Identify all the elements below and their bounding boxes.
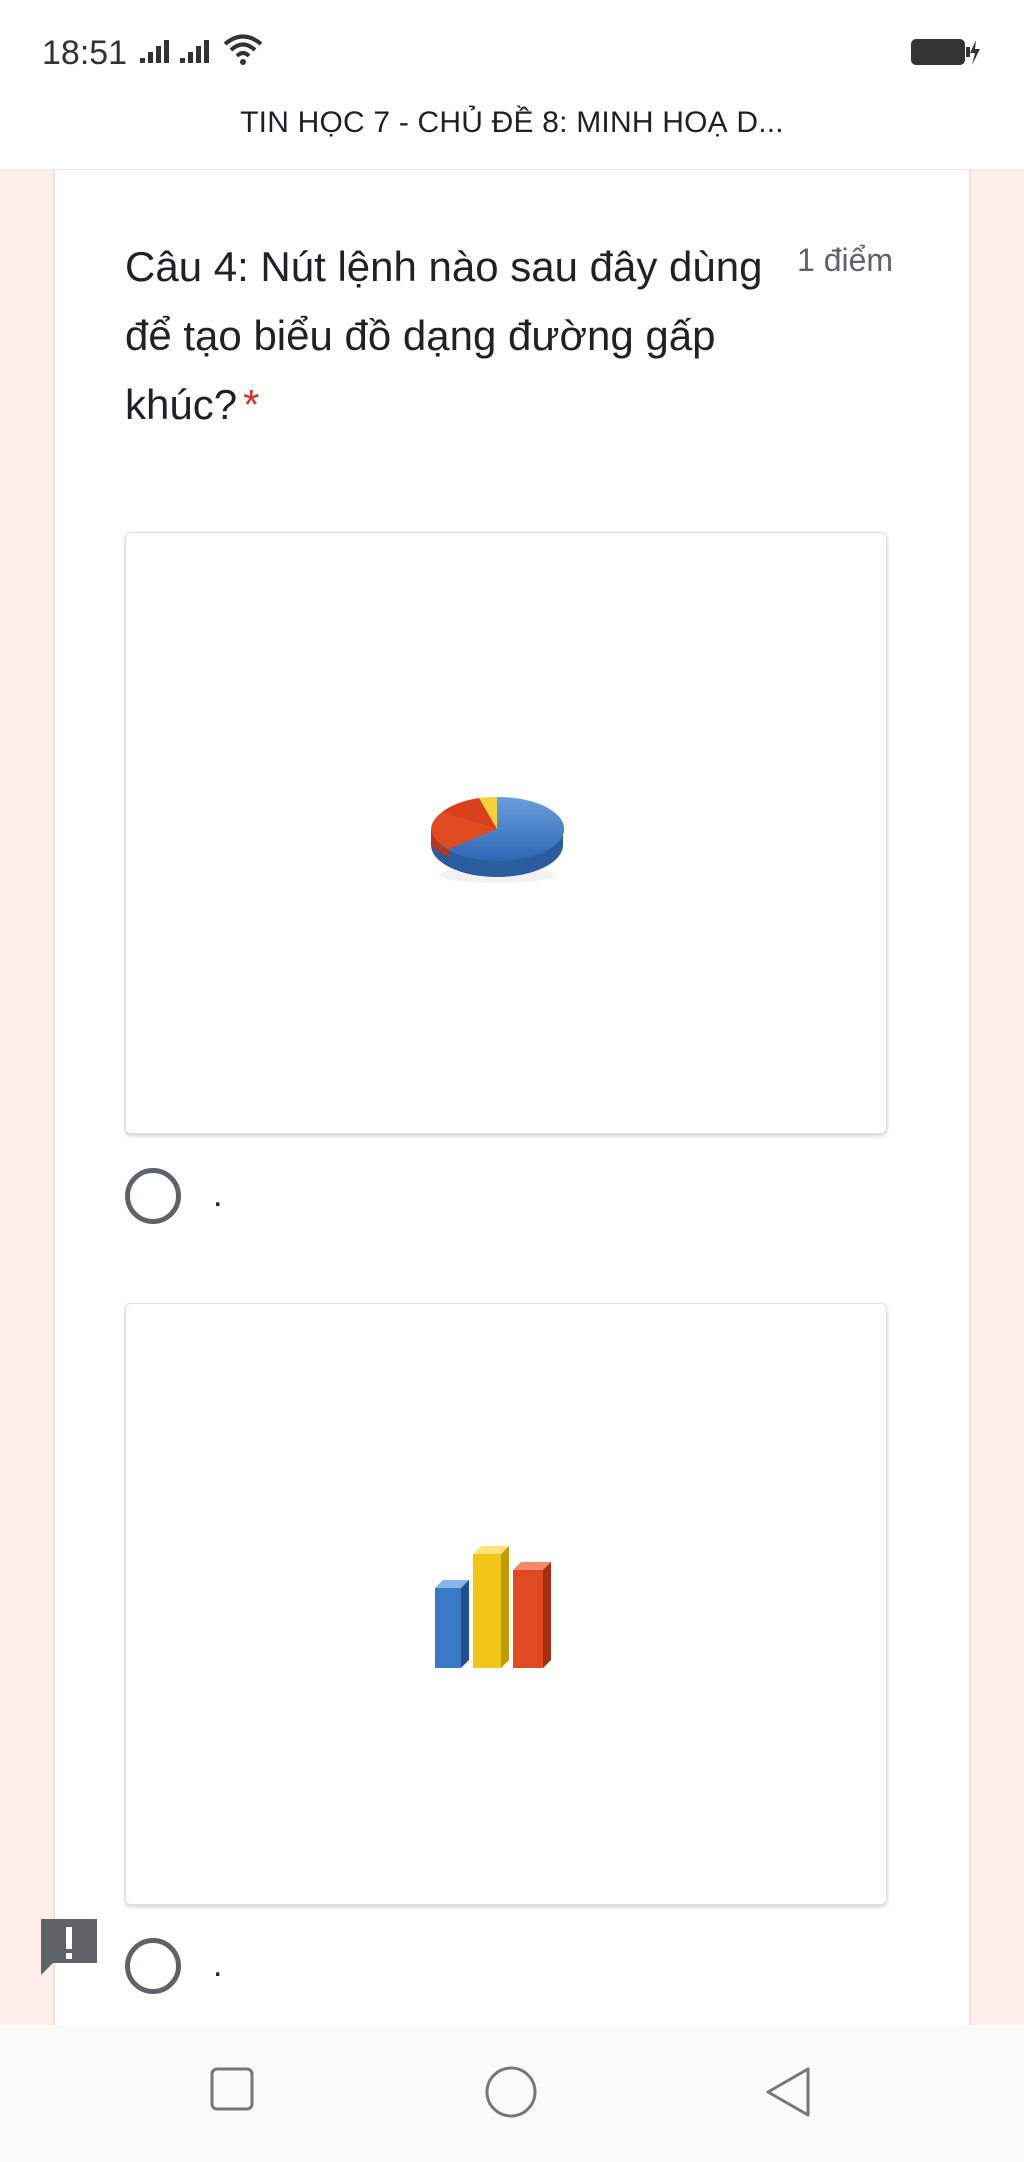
form-title-bar: TIN HỌC 7 - CHỦ ĐỀ 8: MINH HOẠ D...	[0, 100, 1024, 170]
option-image-pie	[125, 532, 887, 1134]
question-points: 1 điểm	[797, 242, 894, 278]
radio-button[interactable]	[125, 1938, 181, 1994]
wifi-icon	[222, 32, 264, 71]
option-image-bar	[125, 1303, 887, 1905]
status-time: 18:51	[42, 34, 128, 72]
form-content[interactable]: Câu 4: Nút lệnh nào sau đây dùng để tạo …	[0, 170, 1024, 2025]
option-row-2[interactable]: .	[125, 1938, 425, 1998]
signal-icon	[140, 36, 176, 69]
option-label: .	[213, 1946, 223, 1984]
recent-apps-icon[interactable]	[208, 2065, 256, 2118]
home-icon[interactable]	[484, 2065, 538, 2124]
form-title: TIN HỌC 7 - CHỦ ĐỀ 8: MINH HOẠ D...	[240, 106, 784, 139]
system-nav-bar	[0, 2025, 1024, 2162]
bar-chart-icon	[433, 1542, 561, 1677]
signal-icon	[180, 36, 216, 69]
required-asterisk: *	[243, 381, 260, 428]
radio-button[interactable]	[125, 1168, 181, 1224]
pie-chart-icon	[427, 787, 567, 892]
status-bar: 18:51	[0, 0, 1024, 100]
question-card: Câu 4: Nút lệnh nào sau đây dùng để tạo …	[53, 170, 971, 2025]
option-label: .	[213, 1176, 223, 1214]
question-label: Câu 4: Nút lệnh nào sau đây dùng để tạo …	[125, 243, 763, 428]
back-icon[interactable]	[764, 2065, 812, 2124]
battery-charging-icon	[910, 36, 982, 73]
question-text: Câu 4: Nút lệnh nào sau đây dùng để tạo …	[125, 232, 785, 439]
option-row-1[interactable]: .	[125, 1168, 425, 1228]
feedback-icon[interactable]	[39, 1917, 99, 1982]
